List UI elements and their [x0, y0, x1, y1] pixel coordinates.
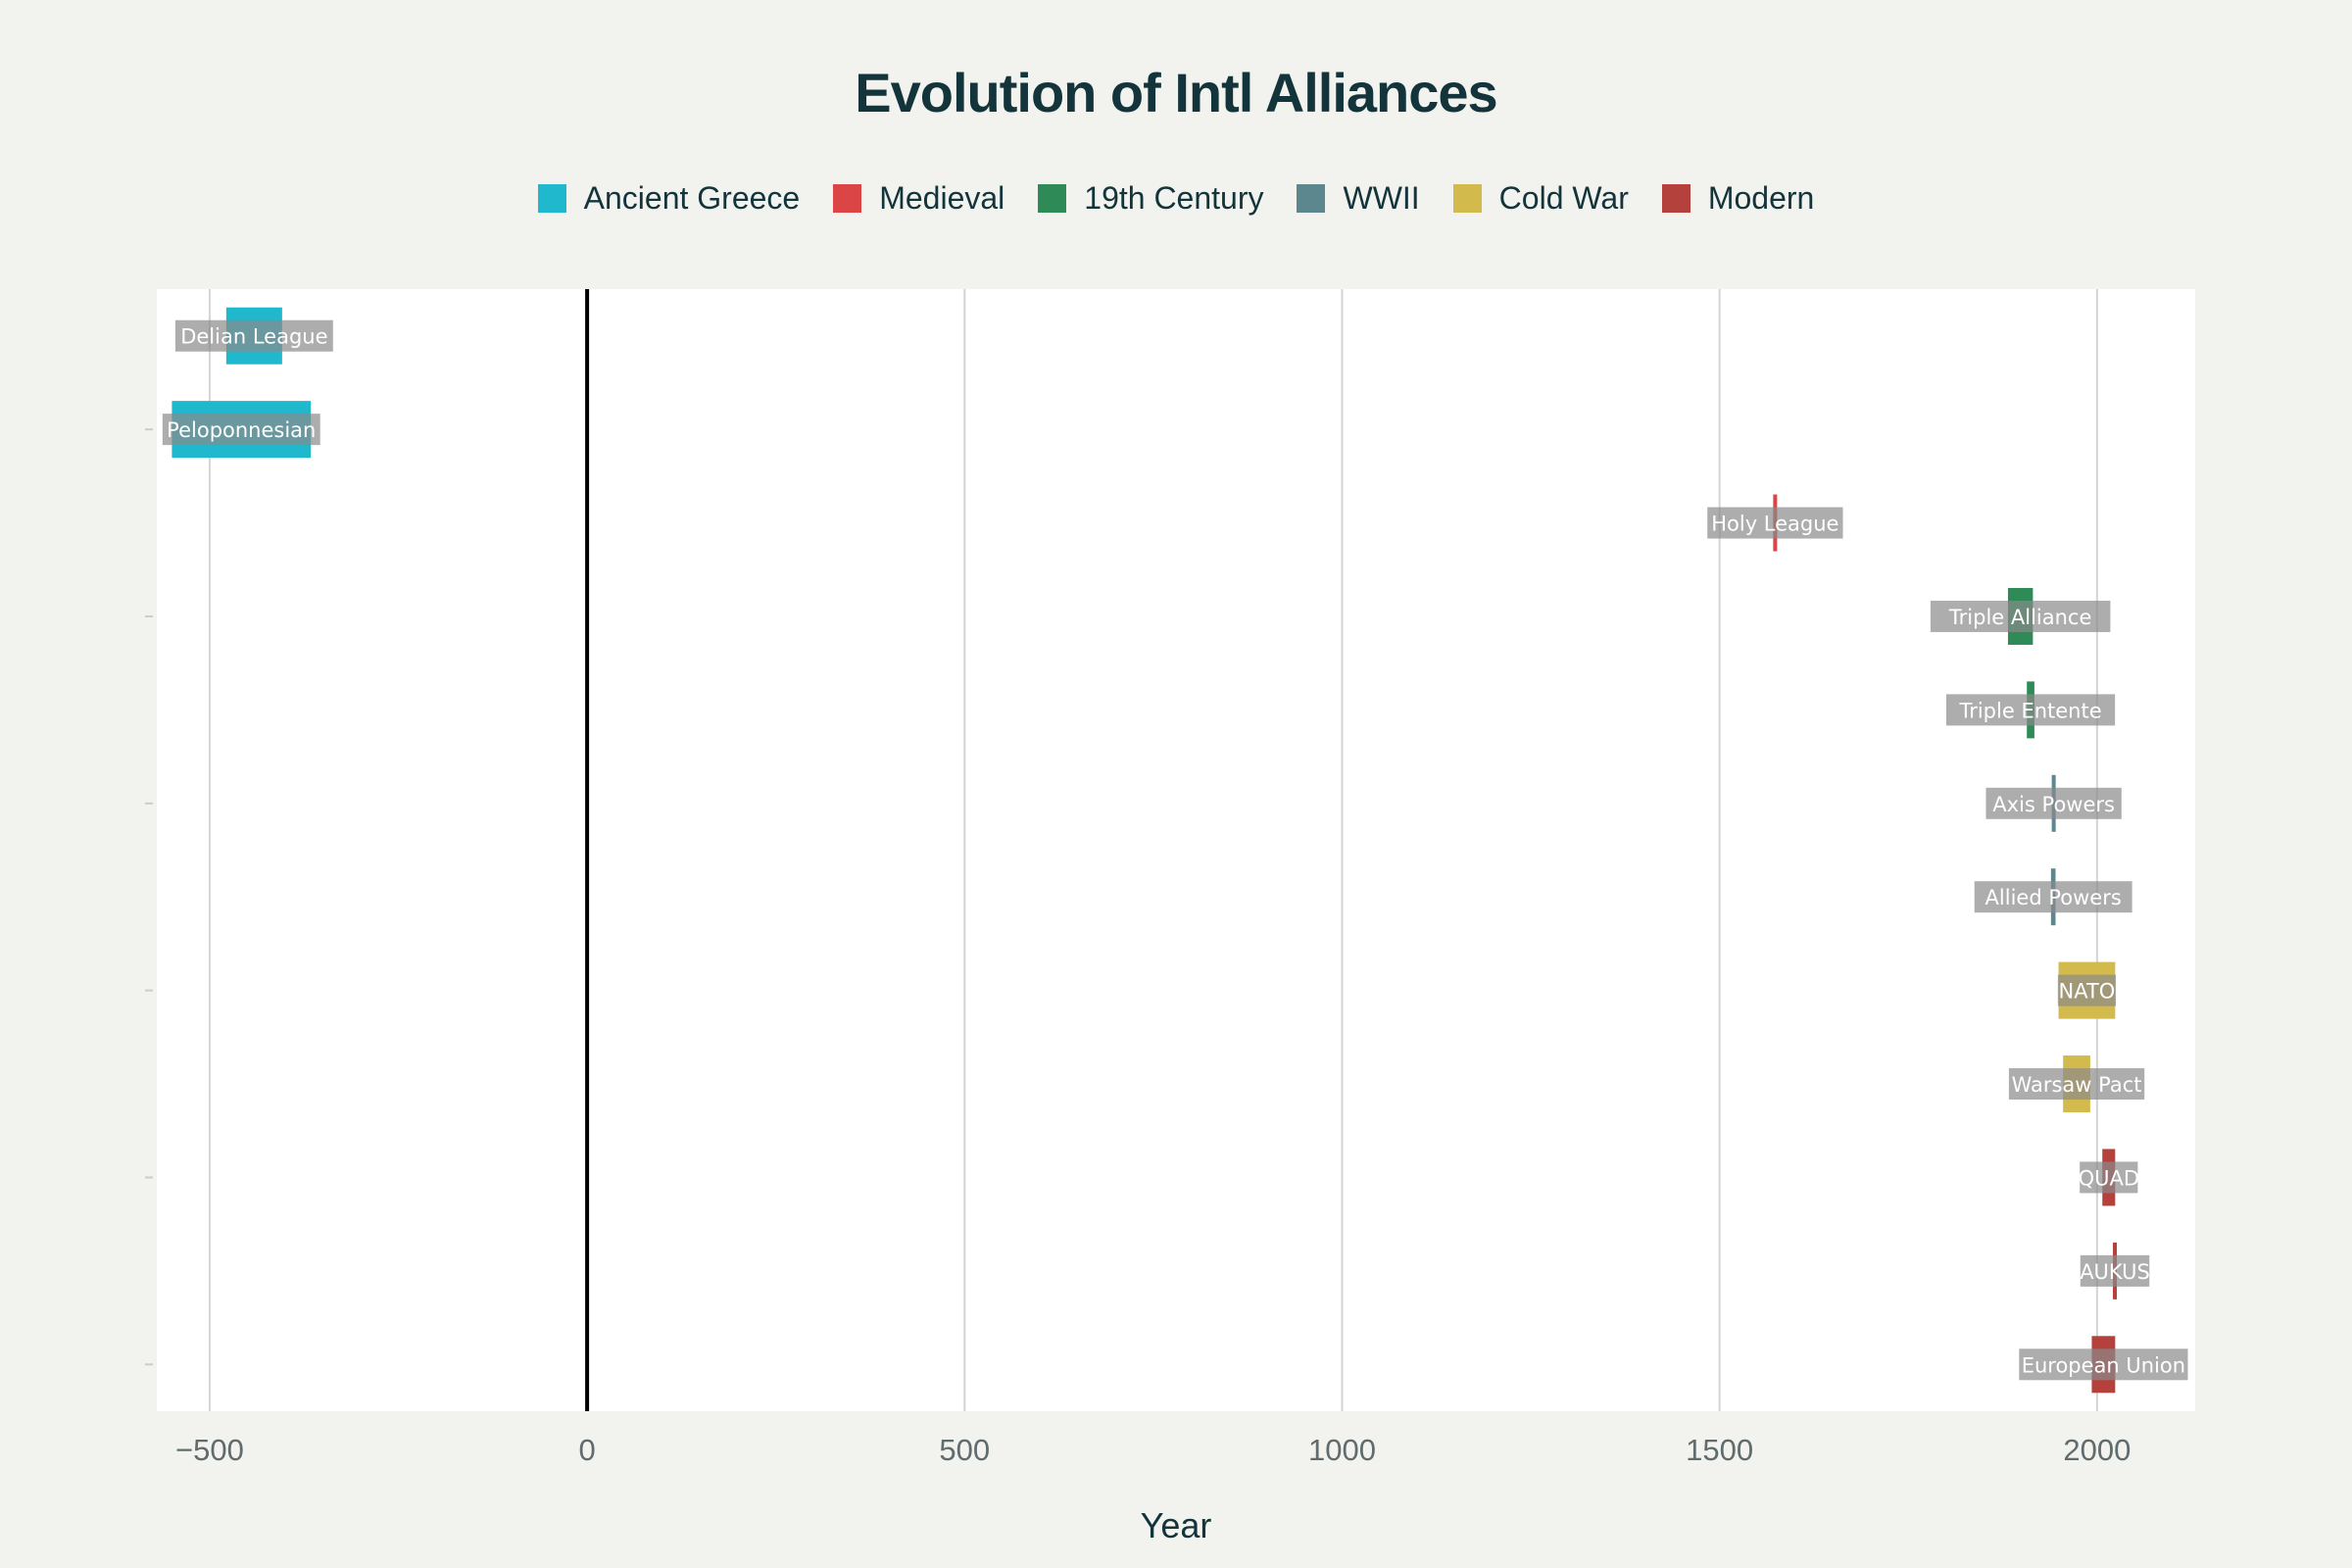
x-tick-label: −500: [175, 1433, 244, 1467]
bar-label: Peloponnesian: [167, 418, 316, 442]
bar-label: Triple Alliance: [1948, 606, 2091, 629]
bar-label: European Union: [2022, 1353, 2185, 1377]
bar-label: NATO: [2059, 980, 2116, 1004]
x-tick-label: 1000: [1308, 1433, 1376, 1467]
bar-label: Delian League: [180, 325, 327, 349]
chart-plot: −500 0 500 1000 1500 2000 Delian League Pelopon…: [145, 289, 2195, 1467]
plot-background: [157, 289, 2195, 1411]
bar-label: Allied Powers: [1985, 886, 2122, 909]
bar-label: Holy League: [1711, 513, 1838, 536]
bar-label: Triple Entente: [1958, 699, 2101, 722]
bar-label: QUAD: [2079, 1166, 2139, 1190]
x-tick-label: 1500: [1686, 1433, 1753, 1467]
bar-label: Axis Powers: [1992, 793, 2115, 816]
x-tick-label: 2000: [2063, 1433, 2131, 1467]
bar-label: AUKUS: [2080, 1260, 2150, 1284]
x-axis-label: Year: [1140, 1505, 1212, 1545]
x-tick-label: 0: [578, 1433, 595, 1467]
x-tick-label: 500: [939, 1433, 990, 1467]
bar-label: Warsaw Pact: [2012, 1073, 2142, 1097]
